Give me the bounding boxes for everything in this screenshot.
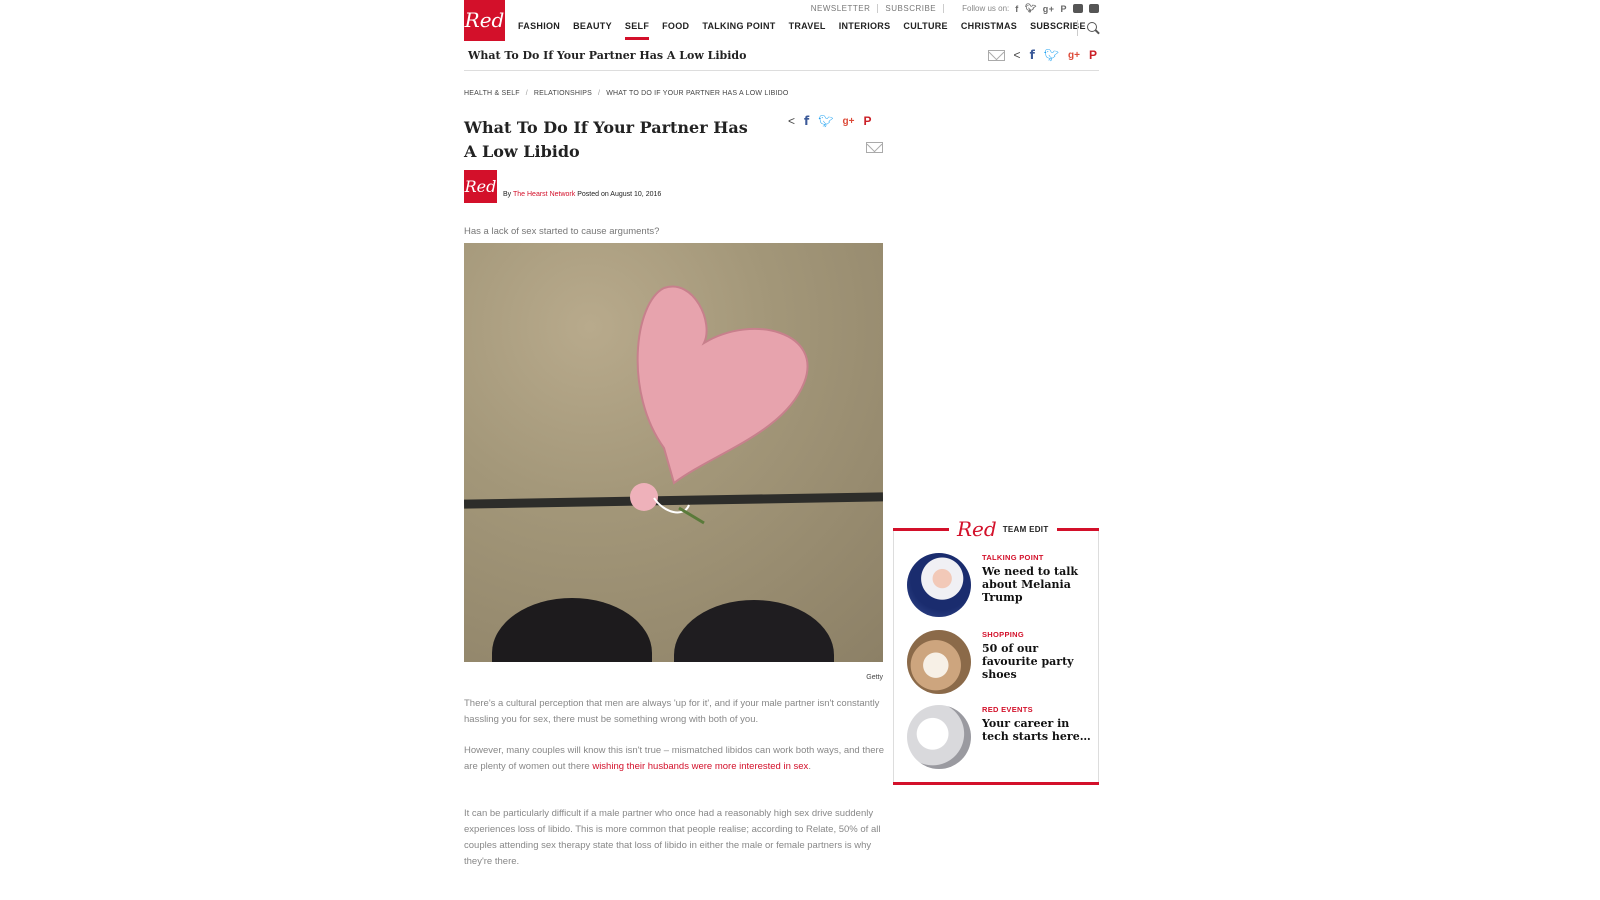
facebook-share-icon[interactable]: f (1030, 48, 1035, 62)
item-category: SHOPPING (982, 630, 1024, 639)
standfirst: Has a lack of sex started to cause argum… (464, 226, 660, 237)
sticky-title: What To Do If Your Partner Has A Low Lib… (468, 49, 747, 62)
byline: Red By The Hearst Network Posted on Augu… (464, 170, 864, 204)
newsletter-link[interactable]: NEWSLETTER (804, 4, 879, 13)
article-share-bar: < f 🐦︎ g+ P (788, 114, 871, 128)
red-logo[interactable]: Red (464, 0, 505, 41)
twitter-share-icon[interactable]: 🐦︎ (1044, 48, 1059, 62)
item-thumbnail (907, 705, 971, 769)
google-plus-share-icon[interactable]: g+ (842, 116, 854, 127)
subscribe-link[interactable]: SUBSCRIBE (878, 4, 945, 13)
email-icon[interactable] (987, 49, 1005, 61)
nav-interiors[interactable]: INTERIORS (839, 21, 891, 41)
sticky-title-bar: What To Do If Your Partner Has A Low Lib… (464, 44, 1099, 71)
image-caption: Getty (866, 674, 883, 681)
article-paragraph-1: There's a cultural perception that men a… (464, 698, 880, 725)
team-edit-item[interactable]: TALKING POINT We need to talk about Mela… (907, 553, 1092, 619)
hero-image (464, 243, 883, 662)
team-edit-header: Red TEAM EDIT (949, 515, 1057, 543)
item-title: 50 of our favourite party shoes (982, 642, 1074, 681)
nav-self[interactable]: SELF (624, 21, 650, 41)
nav-beauty[interactable]: BEAUTY (573, 21, 612, 41)
facebook-icon[interactable]: f (1015, 4, 1019, 14)
item-category: TALKING POINT (982, 553, 1044, 562)
twitter-icon[interactable]: 🐦︎ (1025, 3, 1037, 14)
team-edit-label: TEAM EDIT (1002, 524, 1049, 534)
top-links: NEWSLETTER SUBSCRIBE Follow us on: f 🐦︎ … (804, 3, 1099, 14)
sticky-share-bar: < f 🐦︎ g+ P (987, 48, 1097, 62)
author-avatar: Red (464, 170, 497, 203)
author-link[interactable]: The Hearst Network (513, 191, 575, 198)
twitter-share-icon[interactable]: 🐦︎ (818, 114, 833, 128)
heart-balloon-image (630, 285, 809, 525)
share-icon[interactable]: < (1014, 48, 1021, 62)
breadcrumb-current: WHAT TO DO IF YOUR PARTNER HAS A LOW LIB… (606, 90, 789, 97)
nav-talking-point[interactable]: TALKING POINT (702, 21, 775, 41)
posted-date: Posted on August 10, 2016 (577, 191, 662, 198)
item-title: Your career in tech starts here… (982, 717, 1091, 743)
search-icon[interactable] (1077, 20, 1099, 36)
team-edit-item[interactable]: SHOPPING 50 of our favourite party shoes (907, 630, 1092, 696)
main-nav: FASHION BEAUTY SELF FOOD TALKING POINT T… (518, 21, 1099, 41)
nav-travel[interactable]: TRAVEL (789, 21, 826, 41)
team-edit-widget: Red TEAM EDIT TALKING POINT We need to t… (893, 515, 1099, 787)
youtube-icon[interactable] (1089, 4, 1099, 13)
article-paragraph-2: However, many couples will know this isn… (464, 743, 884, 775)
breadcrumb-separator: / (598, 90, 601, 97)
nav-culture[interactable]: CULTURE (903, 21, 947, 41)
red-logo: Red (957, 517, 997, 541)
team-edit-bottom-rule (893, 782, 1099, 785)
follow-label: Follow us on: (962, 4, 1010, 13)
item-thumbnail (907, 630, 971, 694)
google-plus-share-icon[interactable]: g+ (1068, 50, 1080, 61)
facebook-share-icon[interactable]: f (804, 114, 809, 128)
nav-fashion[interactable]: FASHION (518, 21, 560, 41)
inline-link[interactable]: wishing their husbands were more interes… (592, 761, 808, 772)
item-title: We need to talk about Melania Trump (982, 565, 1079, 604)
breadcrumb: HEALTH & SELF / RELATIONSHIPS / WHAT TO … (464, 90, 789, 97)
nav-food[interactable]: FOOD (662, 21, 689, 41)
team-edit-item[interactable]: RED EVENTS Your career in tech starts he… (907, 705, 1092, 771)
pinterest-share-icon[interactable]: P (1089, 48, 1097, 62)
nav-christmas[interactable]: CHRISTMAS (961, 21, 1017, 41)
article-title: What To Do If Your Partner Has A Low Lib… (464, 118, 748, 161)
pinterest-icon[interactable]: P (1060, 4, 1067, 14)
email-icon[interactable] (866, 142, 883, 153)
item-thumbnail (907, 553, 971, 617)
breadcrumb-health-self[interactable]: HEALTH & SELF (464, 90, 520, 97)
google-plus-icon[interactable]: g+ (1043, 4, 1055, 14)
article-paragraph-3: It can be particularly difficult if a ma… (464, 808, 881, 867)
byline-text: By The Hearst Network Posted on August 1… (503, 191, 661, 198)
breadcrumb-relationships[interactable]: RELATIONSHIPS (534, 90, 592, 97)
instagram-icon[interactable] (1073, 4, 1083, 13)
breadcrumb-separator: / (525, 90, 528, 97)
share-icon[interactable]: < (788, 114, 795, 128)
email-share[interactable] (866, 140, 883, 158)
pinterest-share-icon[interactable]: P (863, 114, 871, 128)
byline-by: By (503, 191, 512, 198)
paragraph-2-end: . (808, 761, 811, 772)
item-category: RED EVENTS (982, 705, 1033, 714)
